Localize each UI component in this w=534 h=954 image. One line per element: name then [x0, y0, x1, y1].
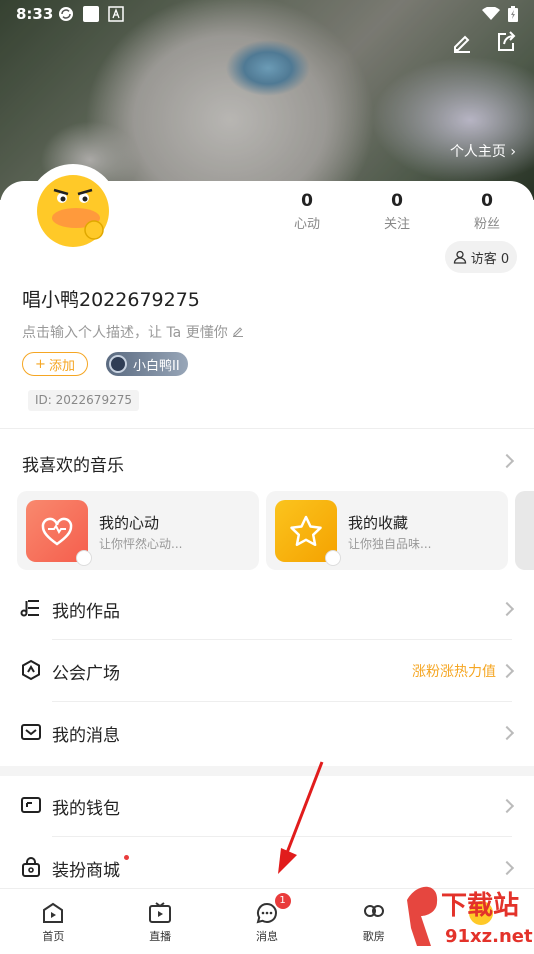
tab-label: 直播: [149, 930, 172, 943]
unread-badge: 1: [274, 893, 291, 909]
stat-fans-num: 0: [481, 191, 493, 211]
music-card-likes-title: 我的心动: [99, 514, 160, 532]
stat-fans[interactable]: 0 粉丝: [442, 191, 532, 232]
sync-icon: [59, 7, 73, 21]
star-icon: [275, 500, 341, 566]
music-card-likes[interactable]: 我的心动 让你怦然心动...: [17, 491, 259, 570]
stat-following-num: 0: [391, 191, 403, 211]
user-id: ID: 2022679275: [28, 390, 139, 411]
wallet-icon: [21, 797, 41, 813]
pencil-icon: [233, 327, 244, 337]
personal-homepage-link[interactable]: 个人主页 ›: [450, 141, 516, 161]
heart-wave-icon: [26, 500, 92, 566]
play-icon: [325, 550, 341, 566]
chevron-right-icon: [499, 725, 515, 741]
notification-icon: [83, 6, 99, 22]
level-label: 小白鸭II: [133, 358, 180, 374]
chevron-right-icon: [499, 601, 515, 617]
duck-avatar-icon: [37, 175, 109, 247]
menu-item-guild-plaza[interactable]: 公会广场 涨粉涨热力值: [0, 640, 534, 702]
tab-messages[interactable]: 消息 1: [214, 889, 321, 950]
plus-icon: +: [35, 356, 46, 372]
mail-icon: [21, 724, 41, 740]
music-card-likes-subtitle: 让你怦然心动...: [99, 537, 183, 551]
annotation-arrow: [278, 761, 324, 874]
chevron-right-icon: [499, 798, 515, 814]
tab-home[interactable]: 首页: [0, 889, 107, 950]
level-badge[interactable]: 小白鸭II: [106, 352, 188, 376]
status-time: 8:33: [16, 5, 54, 23]
play-icon: [76, 550, 92, 566]
menu-label: 我的消息: [52, 726, 120, 746]
profile-card: 0 心动 0 关注 0 粉丝 访客 0 唱小鸭2022679275 点击输入个人…: [0, 164, 534, 891]
stat-likes-label: 心动: [293, 217, 320, 232]
stat-likes[interactable]: 0 心动: [262, 191, 352, 232]
watermark-url: 91xz.net: [445, 926, 533, 947]
tab-label: 消息: [255, 930, 278, 943]
music-cards: 我的心动 让你怦然心动... 我的收藏 让你独自品味...: [17, 491, 534, 570]
visitor-button[interactable]: 访客 0: [445, 241, 517, 273]
divider: [0, 428, 534, 429]
chevron-right-icon: [499, 453, 515, 469]
menu-label: 装扮商城: [52, 861, 120, 881]
profile-description[interactable]: 点击输入个人描述，让 Ta 更懂你: [22, 322, 244, 342]
home-play-icon: [43, 902, 64, 923]
menu-item-my-works[interactable]: 我的作品: [0, 578, 534, 640]
edit-icon[interactable]: [450, 30, 474, 54]
new-dot: [124, 855, 129, 860]
battery-icon: [508, 6, 518, 22]
favorite-music-title[interactable]: 我喜欢的音乐: [22, 451, 124, 476]
stat-likes-num: 0: [301, 191, 313, 211]
music-card-collection-subtitle: 让你独自品味...: [348, 537, 432, 551]
font-icon: [108, 6, 124, 22]
tab-label: 歌房: [362, 930, 385, 943]
menu-label: 我的作品: [52, 602, 120, 622]
stat-following-label: 关注: [383, 217, 410, 232]
menu-label: 公会广场: [52, 664, 120, 684]
stats-row: 0 心动 0 关注 0 粉丝: [262, 191, 532, 232]
profile-description-text: 点击输入个人描述，让 Ta 更懂你: [22, 325, 228, 341]
avatar[interactable]: [28, 164, 118, 254]
music-list-icon: [20, 600, 39, 617]
chevron-right-icon: ›: [510, 144, 516, 160]
share-icon[interactable]: [494, 30, 518, 54]
hexagon-icon: [22, 659, 40, 681]
diamond-icon: [109, 355, 127, 373]
music-card-collection-title: 我的收藏: [348, 514, 409, 532]
music-card-collection[interactable]: 我的收藏 让你独自品味...: [266, 491, 508, 570]
person-icon: [453, 250, 466, 264]
stat-fans-label: 粉丝: [473, 217, 500, 232]
wifi-icon: [482, 7, 500, 20]
username: 唱小鸭2022679275: [22, 289, 200, 311]
add-tag-label: 添加: [48, 358, 75, 374]
music-card-partial[interactable]: [515, 491, 534, 570]
visitor-label: 访客 0: [470, 251, 510, 267]
personal-homepage-label: 个人主页: [449, 144, 506, 160]
menu-label: 我的钱包: [52, 799, 120, 819]
add-tag-button[interactable]: + 添加: [22, 352, 88, 376]
chevron-right-icon: [499, 663, 515, 679]
tab-label: 首页: [42, 930, 65, 943]
menu-tag: 涨粉涨热力值: [412, 664, 496, 680]
tab-live[interactable]: 直播: [107, 889, 214, 950]
shop-bag-icon: [22, 857, 40, 877]
people-icon: [363, 905, 384, 917]
site-watermark: 下载站 91xz.net: [405, 880, 534, 950]
menu-item-messages[interactable]: 我的消息: [0, 702, 534, 764]
chevron-right-icon: [499, 860, 515, 876]
tv-icon: [149, 902, 172, 923]
stat-following[interactable]: 0 关注: [352, 191, 442, 232]
watermark-title: 下载站: [441, 891, 519, 921]
menu-item-wallet[interactable]: 我的钱包: [0, 775, 534, 837]
status-bar: 8:33: [0, 0, 534, 28]
